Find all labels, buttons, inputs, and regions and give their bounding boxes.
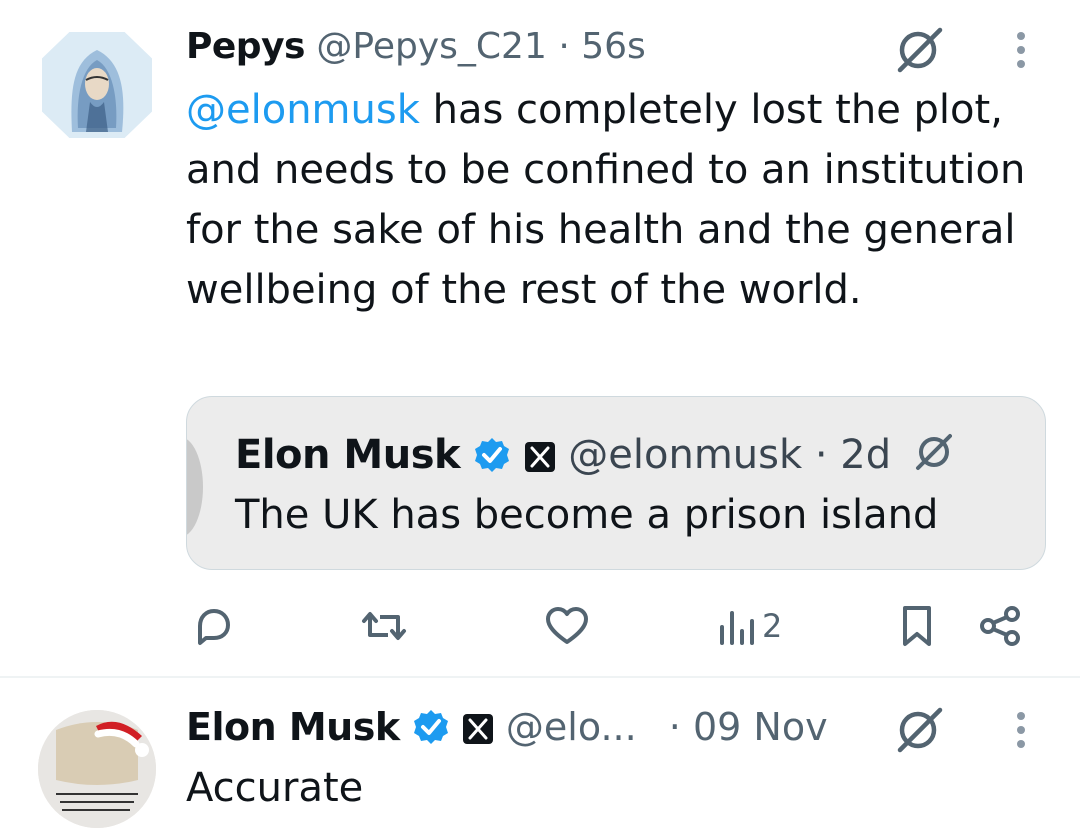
grok-icon[interactable] <box>892 704 946 758</box>
timestamp[interactable]: 56s <box>581 26 646 67</box>
avatar-elon-musk[interactable] <box>38 710 156 828</box>
reply-button[interactable] <box>192 598 234 654</box>
author-handle[interactable]: @Pepys_C21 <box>316 26 546 67</box>
author-name[interactable]: Elon Musk <box>186 705 400 749</box>
tweet-header: Pepys @Pepys_C21 · 56s <box>186 22 646 72</box>
quoted-header: Elon Musk @elonmusk · 2d <box>235 425 952 485</box>
quoted-tweet-card[interactable]: Elon Musk @elonmusk · 2d The UK has beco… <box>186 396 1046 570</box>
share-icon <box>978 604 1022 648</box>
bookmark-icon <box>900 604 934 648</box>
views-icon <box>718 605 756 647</box>
separator-dot: · <box>814 432 828 478</box>
avatar-pepys[interactable] <box>42 32 152 138</box>
quoted-author-handle: @elonmusk <box>568 432 803 478</box>
author-name[interactable]: Pepys <box>186 26 305 67</box>
separator-dot: · <box>558 26 570 67</box>
more-options-icon[interactable] <box>1014 710 1028 754</box>
retweet-icon <box>360 605 408 647</box>
timestamp[interactable]: 09 Nov <box>693 705 828 749</box>
share-button[interactable] <box>978 598 1022 654</box>
quoted-timestamp: 2d <box>840 432 892 478</box>
x-affiliate-badge-icon <box>524 430 556 472</box>
grok-icon[interactable] <box>892 24 946 78</box>
retweet-button[interactable] <box>360 598 408 654</box>
views-count: 2 <box>762 607 783 645</box>
quoted-tweet-text: The UK has become a prison island <box>235 492 939 538</box>
verified-badge-icon <box>473 431 511 472</box>
quoted-avatar <box>187 437 203 537</box>
views-button[interactable]: 2 <box>718 598 782 654</box>
verified-badge-icon <box>412 706 450 744</box>
tweet-text: Accurate <box>186 765 364 811</box>
more-options-icon[interactable] <box>1014 30 1028 74</box>
like-button[interactable] <box>544 598 590 654</box>
tweet-text: @elonmusk has completely lost the plot, … <box>186 80 1046 320</box>
separator-dot: · <box>668 705 681 749</box>
quoted-tweet-content: Elon Musk @elonmusk · 2d The UK has beco… <box>235 425 952 545</box>
author-handle[interactable]: @elo... <box>506 705 637 749</box>
tweet-header: Elon Musk @elo... · 09 Nov <box>186 700 828 754</box>
quoted-author-name: Elon Musk <box>235 432 461 478</box>
grok-icon <box>912 429 952 470</box>
bookmark-button[interactable] <box>900 598 934 654</box>
x-affiliate-badge-icon <box>462 705 494 744</box>
tweet-divider <box>0 676 1080 678</box>
heart-icon <box>544 605 590 647</box>
reply-icon <box>192 605 234 647</box>
mention-link[interactable]: @elonmusk <box>186 87 420 133</box>
